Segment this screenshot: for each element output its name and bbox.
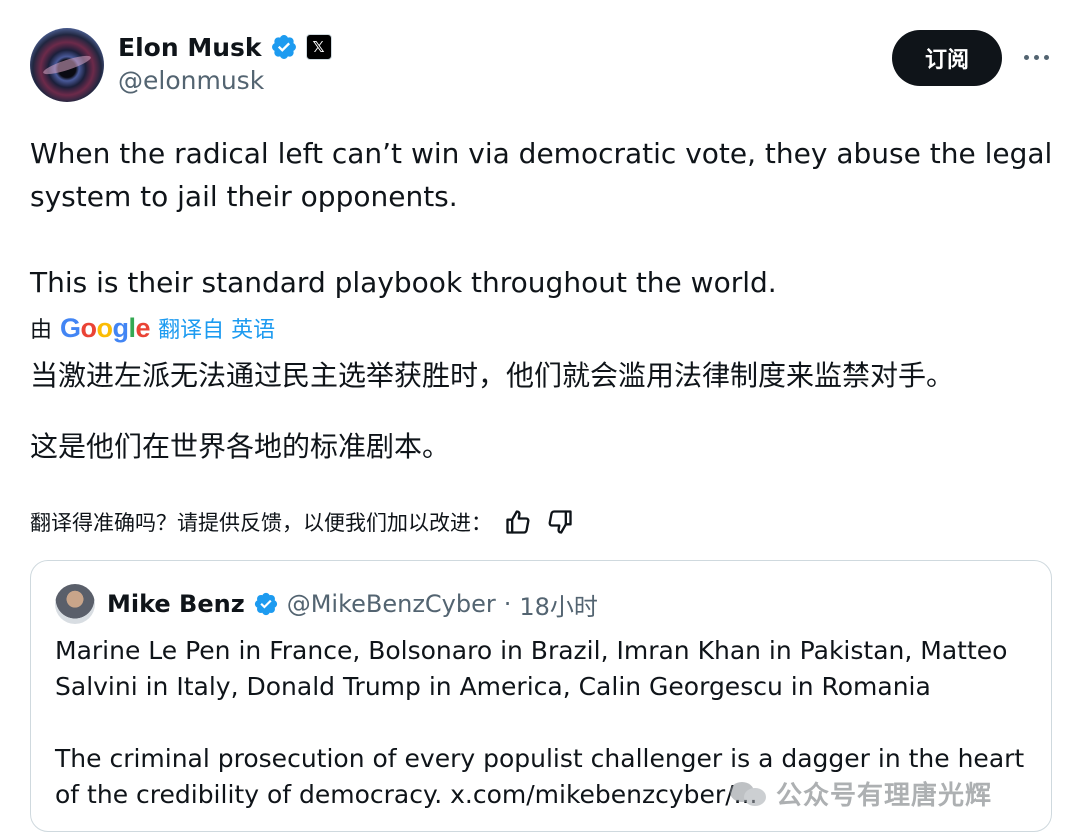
tweet-paragraph: When the radical left can’t win via demo… [30, 137, 1053, 213]
verified-badge-icon [271, 35, 296, 59]
translated-paragraph: 当激进左派无法通过民主选举获胜时，他们就会滥用法律制度来监禁对手。 [30, 359, 955, 392]
verified-badge-icon [254, 592, 277, 616]
google-logo: Google [60, 312, 151, 343]
translated-by-label: 由 [30, 318, 53, 343]
wechat-logo-icon [730, 778, 768, 808]
feedback-prompt: 翻译得准确吗？请提供反馈，以便我们加以改进： [30, 511, 492, 535]
author-name[interactable]: Elon Musk [118, 33, 262, 62]
translated-body: 当激进左派无法通过民主选举获胜时，他们就会滥用法律制度来监禁对手。 这是他们在世… [30, 355, 1060, 468]
x-logo-icon: 𝕏 [305, 34, 332, 60]
quoted-tweet-time[interactable]: 18小时 [519, 587, 598, 622]
quoted-author-name[interactable]: Mike Benz [107, 590, 245, 618]
tweet-paragraph: This is their standard playbook througho… [30, 266, 777, 299]
author-handle[interactable]: @elonmusk [118, 66, 264, 95]
quoted-tweet-header: Mike Benz @MikeBenzCyber · 18小时 [55, 583, 598, 625]
quoted-author-handle[interactable]: @MikeBenzCyber [287, 590, 496, 618]
quoted-author-avatar[interactable] [55, 584, 95, 624]
translated-from-link[interactable]: 翻译自 英语 [158, 312, 275, 344]
translated-paragraph: 这是他们在世界各地的标准剧本。 [30, 430, 451, 463]
watermark-text: 公众号有理唐光辉 [776, 780, 993, 811]
separator-dot: · [503, 590, 512, 618]
more-horizontal-icon[interactable] [1016, 42, 1056, 72]
tweet-body: When the radical left can’t win via demo… [30, 132, 1060, 304]
author-avatar[interactable] [30, 28, 104, 102]
quoted-paragraph: Marine Le Pen in France, Bolsonaro in Br… [55, 636, 1008, 701]
author-name-row: Elon Musk 𝕏 [118, 30, 332, 64]
thumbs-down-icon[interactable] [544, 506, 576, 538]
watermark: 公众号有理唐光辉 [730, 773, 992, 813]
translation-attribution: 由 Google 翻译自 英语 [30, 310, 275, 346]
subscribe-button[interactable]: 订阅 [892, 30, 1002, 86]
translation-feedback: 翻译得准确吗？请提供反馈，以便我们加以改进： [30, 504, 576, 540]
thumbs-up-icon[interactable] [502, 506, 534, 538]
